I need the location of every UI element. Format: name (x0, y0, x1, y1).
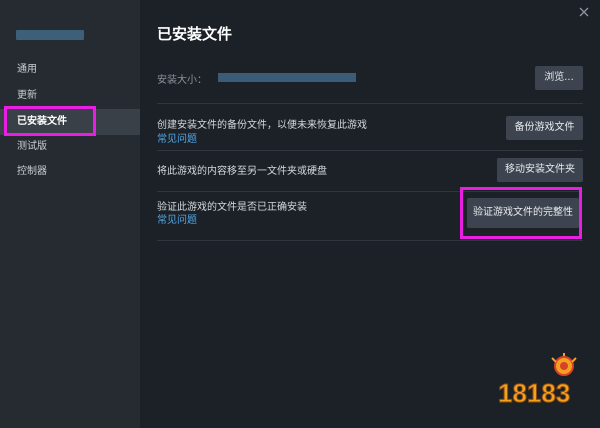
move-description: 将此游戏的内容移至另一文件夹或硬盘 (157, 166, 327, 177)
sidebar-item-controller[interactable]: 控制器 (0, 159, 140, 185)
sidebar-item-label: 测试版 (17, 141, 47, 152)
sidebar-item-installed-files[interactable]: 已安装文件 (0, 106, 140, 136)
svg-text:18183: 18183 (498, 378, 570, 408)
backup-description: 创建安装文件的备份文件，以便未来恢复此游戏 (157, 120, 367, 131)
browse-button[interactable]: 浏览... (535, 66, 583, 90)
sidebar: 通用 更新 已安装文件 测试版 控制器 (0, 0, 140, 428)
move-install-folder-button[interactable]: 移动安装文件夹 (497, 158, 583, 182)
sidebar-item-label: 更新 (17, 90, 37, 101)
sidebar-item-label: 控制器 (17, 166, 47, 177)
highlight-box (460, 187, 582, 239)
game-name-placeholder (16, 30, 84, 40)
sidebar-item-label: 通用 (17, 64, 37, 75)
backup-game-files-button[interactable]: 备份游戏文件 (506, 116, 583, 140)
sidebar-item-general[interactable]: 通用 (0, 57, 140, 83)
install-size-label: 安装大小： (157, 75, 207, 86)
verify-faq-link[interactable]: 常见问题 (157, 211, 197, 226)
highlight-box (4, 106, 96, 136)
divider (157, 150, 583, 151)
page-title: 已安装文件 (157, 25, 233, 43)
divider (157, 103, 583, 104)
install-size-value (218, 73, 356, 82)
sidebar-item-betas[interactable]: 测试版 (0, 134, 140, 160)
backup-faq-link[interactable]: 常见问题 (157, 130, 197, 145)
divider (157, 240, 583, 241)
watermark-logo: 18183 (496, 352, 588, 412)
